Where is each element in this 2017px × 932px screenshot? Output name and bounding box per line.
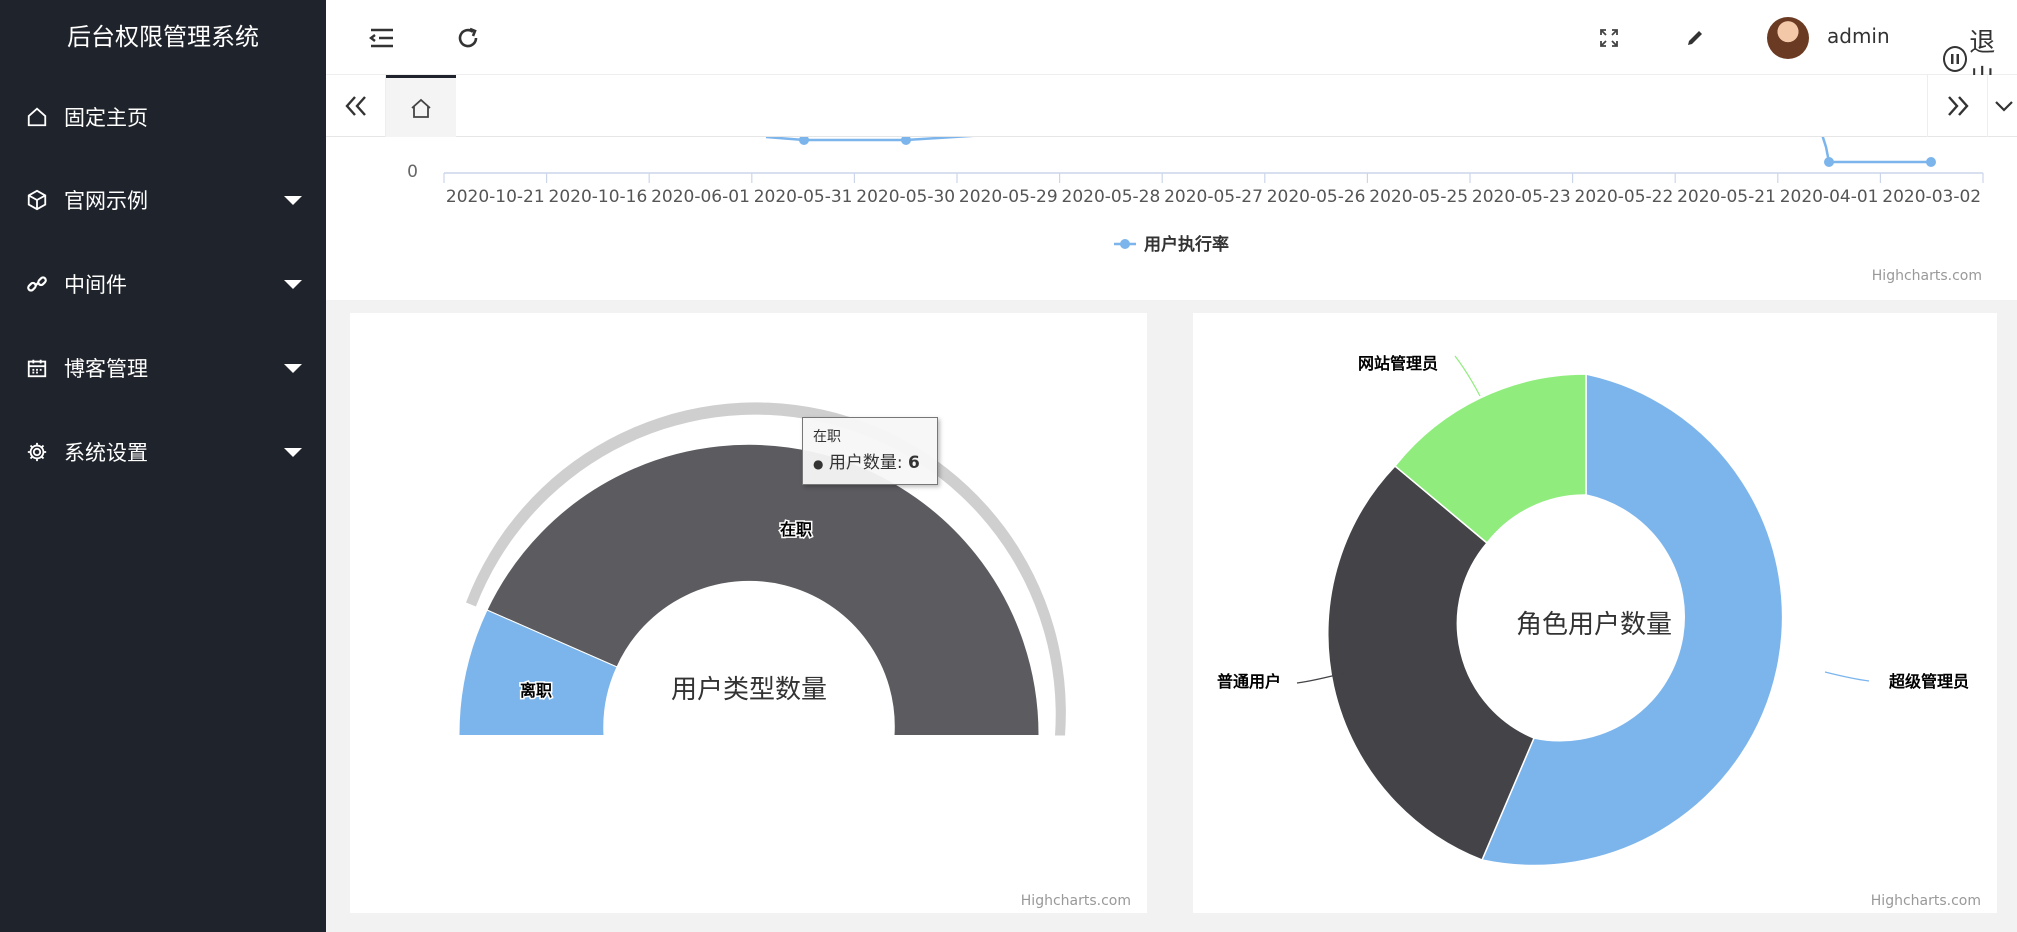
x-axis-tick-label: 2020-05-31 [754,187,853,207]
toggle-sidebar-button[interactable] [362,18,402,58]
tooltip-row: ● 用户数量: 6 [813,453,920,473]
sidebar-item-settings[interactable]: 系统设置 [0,410,326,494]
tab-home[interactable] [386,75,456,137]
legend-label[interactable]: 用户执行率 [1144,234,1229,255]
home-icon [411,98,431,118]
username-label[interactable]: admin [1827,24,1890,48]
credit-link[interactable]: Highcharts.com [1021,893,1131,909]
chevron-down-icon [284,364,302,373]
x-axis-tick-label: 2020-05-23 [1472,187,1571,207]
chart-center-title: 用户类型数量 [671,675,827,705]
line-series [1821,137,1931,164]
tab-scroll-right-button[interactable] [1927,75,1987,137]
edit-button[interactable] [1675,18,1715,58]
chevron-down-icon [1995,101,2013,112]
avatar[interactable] [1767,17,1809,59]
calendar-icon [24,355,50,381]
x-axis-tick-label: 2020-05-26 [1267,187,1366,207]
x-axis-tick-label: 2020-05-22 [1575,187,1674,207]
slice-label-super-admin: 超级管理员 [1888,672,1969,691]
gear-icon [24,439,50,465]
x-axis-tick-label: 2020-05-29 [959,187,1058,207]
role-users-chart-panel: 超级管理员 普通用户 网站管理员 角色用户数量 Highcharts.com [1193,313,1997,913]
x-axis-tick-label: 2020-05-25 [1369,187,1468,207]
slice-label-site-admin: 网站管理员 [1358,354,1438,373]
x-axis-tick-label: 2020-10-21 [446,187,545,207]
line-point [1824,157,1834,167]
credit-link[interactable]: Highcharts.com [1871,893,1981,909]
sidebar-item-label: 系统设置 [64,441,148,465]
sidebar-item-label: 中间件 [64,273,127,297]
top-header: admin 退出 [326,0,2017,95]
x-axis-tick-label: 2020-03-02 [1882,187,1981,207]
x-axis-tick-label: 2020-06-01 [651,187,750,207]
refresh-button[interactable] [448,18,488,58]
connector-site-admin [1454,355,1481,397]
credit-link[interactable]: Highcharts.com [1872,268,1982,284]
slice-label-normal-user: 普通用户 [1217,672,1281,691]
sidebar-item-home[interactable]: 固定主页 [0,75,326,158]
fullscreen-button[interactable] [1589,18,1629,58]
line-point [901,137,911,145]
connector-super-admin [1824,671,1870,682]
chevron-down-icon [284,196,302,205]
line-point [799,137,809,145]
sidebar-item-blog[interactable]: 博客管理 [0,326,326,410]
x-axis-tick-label: 2020-10-16 [549,187,648,207]
user-type-chart-panel: 离职 在职 用户类型数量 Highcharts.com [350,313,1147,913]
home-icon [24,104,50,130]
tooltip-value: 6 [908,453,920,473]
sidebar-item-site-examples[interactable]: 官网示例 [0,158,326,242]
chart-tooltip: 在职 ● 用户数量: 6 [802,417,938,485]
donut-chart: 超级管理员 普通用户 网站管理员 角色用户数量 Highcharts.com [1217,354,1981,909]
x-axis-tick-label: 2020-05-21 [1677,187,1776,207]
y-axis-label: 0 [407,162,418,182]
x-axis-tick-label: 2020-05-28 [1062,187,1161,207]
tooltip-bullet: ● [813,457,824,471]
brand-title: 后台权限管理系统 [67,23,259,51]
line-chart: 0 2020-10-21 2020-10-16 2020-06-01 2020-05-… [407,137,1984,284]
refresh-icon [458,27,478,48]
double-chevron-right-icon [1947,96,1969,116]
indent-icon [369,28,393,48]
sidebar-item-label: 博客管理 [64,357,148,381]
pause-circle-icon [1943,46,1968,72]
tab-bar [326,75,2017,137]
x-axis-tick-label: 2020-04-01 [1780,187,1879,207]
semi-donut-chart: 离职 在职 用户类型数量 Highcharts.com [458,402,1131,909]
double-chevron-left-icon [344,96,366,116]
pencil-icon [1688,31,1702,45]
line-chart-panel: 0 2020-10-21 2020-10-16 2020-06-01 2020-05-… [326,137,2017,300]
slice-label-left: 离职 [520,681,552,700]
fullscreen-icon [1600,29,1618,47]
link-icon [24,271,50,297]
chevron-down-icon [284,448,302,457]
tab-scroll-left-button[interactable] [326,75,386,137]
slice-label-active: 在职 [780,520,812,539]
x-axis-tick-label: 2020-05-27 [1164,187,1263,207]
tab-menu-button[interactable] [1987,75,2017,137]
tooltip-title: 在职 [813,429,841,445]
x-axis-tick-label: 2020-05-30 [856,187,955,207]
sidebar-item-label: 官网示例 [64,189,148,213]
sidebar-item-middleware[interactable]: 中间件 [0,242,326,326]
sidebar-item-label: 固定主页 [64,105,148,130]
cube-icon [24,187,50,213]
line-point [1926,157,1936,167]
sidebar: 后台权限管理系统 固定主页 官网示例 中间件 博客管理 系统设置 [0,0,326,932]
chart-center-title: 角色用户数量 [1516,610,1672,640]
chevron-down-icon [284,280,302,289]
tooltip-series: 用户数量 [828,453,897,473]
